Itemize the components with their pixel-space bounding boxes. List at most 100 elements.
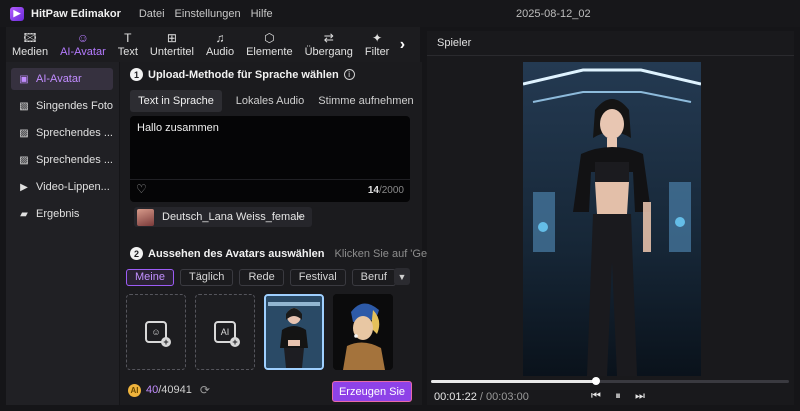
progress-fill [431, 380, 596, 383]
category-job[interactable]: Beruf [351, 268, 396, 286]
menu-file[interactable]: Datei [139, 8, 165, 20]
credits-used: 40 [146, 384, 159, 396]
credits-total: /40941 [158, 384, 192, 396]
tool-media[interactable]: 🖾 Medien [6, 27, 54, 62]
sidebar-item-result[interactable]: ▰ Ergebnis [11, 203, 113, 225]
next-frame-icon[interactable]: ⏭ [629, 390, 651, 403]
app-window: ▶ HitPaw Edimakor Datei Einstellungen Hi… [0, 0, 800, 411]
category-festival[interactable]: Festival [289, 268, 346, 286]
sidebar-item-lip-sync[interactable]: ▶ Video-Lippen... [11, 176, 113, 198]
category-speech[interactable]: Rede [239, 268, 284, 286]
add-avatar-icon: ☺ + [145, 321, 171, 347]
talking-photo-icon: ▨ [19, 127, 29, 139]
audio-icon: ♫ [215, 30, 225, 45]
coin-icon: AI [128, 383, 141, 397]
char-limit: /2000 [378, 185, 404, 196]
tab-record-voice[interactable]: Stimme aufnehmen [318, 90, 414, 112]
tab-text-to-speech[interactable]: Text in Sprache [130, 90, 222, 112]
tool-ai-avatar-label: AI-Avatar [60, 45, 106, 58]
text-icon: T [124, 30, 132, 45]
current-time: 00:01:22 [434, 391, 477, 403]
menu-help[interactable]: Hilfe [251, 8, 273, 20]
sidebar-item-singing-photo[interactable]: ▧ Singendes Foto [11, 95, 113, 117]
time-display: 00:01:22 / 00:03:00 [434, 391, 529, 403]
generate-avatar-card[interactable]: AI + [195, 294, 255, 370]
voice-select[interactable]: Deutsch_Lana Weiss_female ⌄ [134, 207, 312, 227]
voice-avatar [137, 208, 154, 226]
time-separator: / [476, 391, 486, 403]
pause-icon[interactable]: ⏸ [607, 390, 629, 403]
tab-local-audio[interactable]: Lokales Audio [222, 90, 318, 112]
tool-audio[interactable]: ♫ Audio [200, 27, 240, 62]
sidebar-item-talking-2[interactable]: ▨ Sprechendes ... [11, 149, 113, 171]
divider [130, 179, 410, 180]
category-tabs: Meine Täglich Rede Festival Beruf ▼ [126, 268, 416, 286]
chevron-down-icon: ⌄ [295, 210, 304, 221]
generate-bar: AI 40 /40941 ⟳ Erzeugen Sie [120, 377, 422, 405]
title-bar: ▶ HitPaw Edimakor Datei Einstellungen Hi… [0, 0, 800, 27]
menu-settings[interactable]: Einstellungen [175, 8, 241, 20]
progress-handle[interactable] [591, 377, 600, 385]
avatar-icon: ▣ [19, 73, 29, 85]
refresh-icon[interactable]: ⟳ [200, 383, 210, 397]
tool-transition-label: Übergang [304, 45, 353, 58]
menu-bar: Datei Einstellungen Hilfe [129, 8, 273, 20]
generate-button[interactable]: Erzeugen Sie [332, 381, 412, 402]
subtitle-icon: ⊞ [166, 30, 177, 45]
app-logo-icon: ▶ [10, 6, 24, 21]
sidebar-item-label: AI-Avatar [36, 73, 82, 85]
sidebar-item-label: Ergebnis [36, 208, 80, 220]
lip-sync-icon: ▶ [20, 181, 28, 193]
char-count: 14 [367, 185, 379, 196]
project-title: 2025-08-12_02 [516, 8, 591, 20]
sidebar-item-label: Video-Lippen... [36, 181, 110, 193]
video-preview[interactable] [523, 62, 701, 376]
tool-transition[interactable]: ⇄ Übergang [299, 27, 359, 62]
elements-icon: ⬡ [264, 30, 275, 45]
voice-select-value: Deutsch_Lana Weiss_female [162, 211, 305, 223]
total-time: 00:03:00 [486, 391, 529, 403]
main-toolbar: 🖾 Medien ☺ AI-Avatar T Text ⊞ Untertitel… [6, 27, 420, 62]
info-icon[interactable]: i [343, 69, 355, 80]
transition-icon: ⇄ [323, 30, 334, 45]
playback-progress[interactable] [431, 377, 789, 385]
tool-filter-label: Filter [364, 45, 390, 58]
tool-media-label: Medien [12, 45, 49, 58]
ai-avatar-icon: ☺ [76, 30, 90, 45]
tool-subtitle-label: Untertitel [149, 45, 194, 58]
sidebar-item-label: Sprechendes ... [35, 127, 113, 139]
category-mine[interactable]: Meine [126, 268, 174, 286]
avatar-thumbnail-image [266, 296, 322, 368]
player-title: Spieler [437, 37, 472, 49]
avatar-thumbnail-selected[interactable] [264, 294, 324, 370]
step-number: 2 [130, 247, 143, 260]
avatar-panel: 1 Upload-Methode für Sprache wählen i Te… [120, 62, 467, 405]
tool-ai-avatar[interactable]: ☺ AI-Avatar [54, 27, 112, 62]
sidebar-item-ai-avatar[interactable]: ▣ AI-Avatar [11, 68, 113, 90]
sidebar: ▣ AI-Avatar ▧ Singendes Foto ▨ Sprechend… [6, 62, 119, 405]
char-counter: 14/2000 [368, 185, 404, 196]
photo-icon: ▧ [19, 100, 29, 112]
folder-icon: ▰ [20, 208, 28, 220]
chevron-right-icon[interactable]: › [395, 36, 409, 54]
sidebar-item-talking-1[interactable]: ▨ Sprechendes ... [11, 122, 113, 144]
credits-display: AI 40 /40941 ⟳ [128, 383, 210, 397]
player-panel: Spieler 00:01:22 / 00:03:00 ⏮ ⏸ ⏭ [427, 31, 794, 405]
appearance-section-heading: 2 Aussehen des Avatars auswählen Klicken… [130, 247, 467, 260]
tool-elements[interactable]: ⬡ Elemente [240, 27, 298, 62]
previous-frame-icon[interactable]: ⏮ [585, 390, 607, 403]
tool-text[interactable]: T Text [112, 27, 144, 62]
speech-text-input[interactable]: Hallo zusammen ♡ 14/2000 [130, 116, 410, 202]
app-name: HitPaw Edimakor [31, 7, 121, 20]
chevron-down-icon[interactable]: ▼ [394, 268, 410, 285]
tool-elements-label: Elemente [246, 45, 293, 58]
upload-avatar-card[interactable]: ☺ + [126, 294, 186, 370]
upload-section-title: Upload-Methode für Sprache wählen [148, 68, 339, 81]
heart-icon[interactable]: ♡ [136, 182, 147, 196]
avatar-thumbnail-pearl-earring[interactable] [333, 294, 393, 370]
playback-controls: ⏮ ⏸ ⏭ [585, 390, 651, 403]
category-daily[interactable]: Täglich [179, 268, 234, 286]
avatar-thumbnail-image [333, 294, 393, 370]
tool-filter[interactable]: ✦ Filter [359, 27, 395, 62]
tool-subtitle[interactable]: ⊞ Untertitel [144, 27, 200, 62]
